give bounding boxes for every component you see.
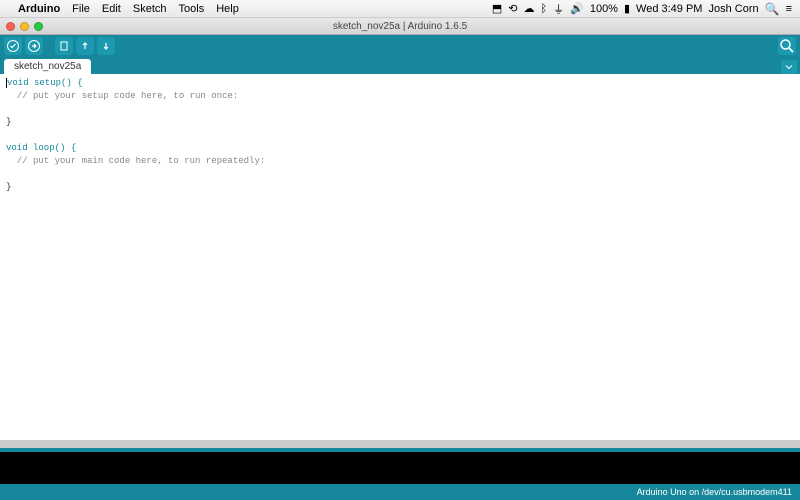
tab-sketch[interactable]: sketch_nov25a [4, 59, 91, 74]
board-port-text: Arduino Uno on /dev/cu.usbmodem411 [637, 487, 792, 497]
battery-text: 100% [590, 3, 618, 15]
cloud-icon[interactable]: ☁ [524, 2, 535, 15]
chevron-down-icon [785, 63, 793, 71]
battery-icon[interactable]: ▮ [624, 2, 630, 15]
save-button[interactable] [97, 37, 115, 55]
verify-button[interactable] [4, 37, 22, 55]
code-brace: } [6, 182, 11, 192]
menubar-app-name[interactable]: Arduino [18, 3, 60, 15]
menu-file[interactable]: File [72, 3, 90, 15]
spotlight-icon[interactable]: 🔍 [765, 2, 780, 16]
code-comment-setup: // put your setup code here, to run once… [6, 91, 238, 101]
check-icon [7, 40, 19, 52]
code-keyword: void [7, 78, 29, 88]
menu-help[interactable]: Help [216, 3, 239, 15]
code-brace: } [6, 117, 11, 127]
menu-sketch[interactable]: Sketch [133, 3, 167, 15]
code-fn-loop: loop() { [28, 143, 77, 153]
message-area [0, 440, 800, 448]
menu-tools[interactable]: Tools [179, 3, 205, 15]
dropbox-icon[interactable]: ⬒ [492, 2, 502, 15]
tab-bar: sketch_nov25a [0, 57, 800, 74]
console-output[interactable] [0, 452, 800, 484]
user-name[interactable]: Josh Corn [708, 3, 758, 15]
arrow-down-icon [100, 40, 112, 52]
clock-text[interactable]: Wed 3:49 PM [636, 3, 702, 15]
new-button[interactable] [55, 37, 73, 55]
window-title: sketch_nov25a | Arduino 1.6.5 [0, 21, 800, 32]
serial-monitor-icon [778, 37, 796, 55]
status-bar: Arduino Uno on /dev/cu.usbmodem411 [0, 484, 800, 500]
menu-edit[interactable]: Edit [102, 3, 121, 15]
arrow-up-icon [79, 40, 91, 52]
window-titlebar: sketch_nov25a | Arduino 1.6.5 [0, 18, 800, 35]
open-button[interactable] [76, 37, 94, 55]
arduino-toolbar [0, 35, 800, 57]
notification-center-icon[interactable]: ≡ [786, 3, 792, 15]
volume-icon[interactable]: 🔊 [570, 2, 584, 15]
code-editor[interactable]: void setup() { // put your setup code he… [0, 74, 800, 440]
arrow-right-icon [28, 40, 40, 52]
sync-icon[interactable]: ⟲ [508, 2, 517, 15]
menubar-status-icons: ⬒ ⟲ ☁ ᛒ ⏚ 🔊 100% ▮ Wed 3:49 PM Josh Corn… [492, 1, 792, 17]
code-comment-loop: // put your main code here, to run repea… [6, 156, 265, 166]
bluetooth-icon[interactable]: ᛒ [541, 3, 548, 15]
code-fn-setup: setup() { [29, 78, 83, 88]
window-minimize-button[interactable] [20, 22, 29, 31]
file-icon [58, 40, 70, 52]
upload-button[interactable] [25, 37, 43, 55]
serial-monitor-button[interactable] [778, 37, 796, 55]
wifi-icon[interactable]: ⏚ [553, 1, 564, 17]
window-close-button[interactable] [6, 22, 15, 31]
tab-menu-button[interactable] [781, 60, 797, 74]
macos-menubar: Arduino File Edit Sketch Tools Help ⬒ ⟲ … [0, 0, 800, 18]
code-keyword: void [6, 143, 28, 153]
window-zoom-button[interactable] [34, 22, 43, 31]
